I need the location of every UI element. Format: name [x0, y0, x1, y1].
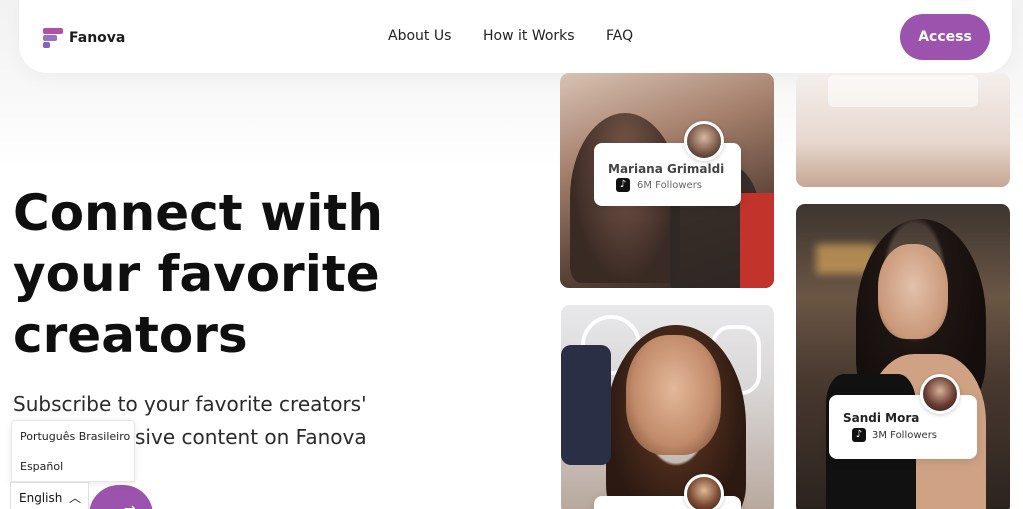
- hero-subtitle-line: Subscribe to your favorite creators': [13, 392, 367, 416]
- photo-shape: [878, 244, 948, 339]
- partial-badge: [828, 75, 978, 107]
- arrow-right-icon: →: [124, 501, 136, 509]
- language-select[interactable]: English ︿: [10, 482, 89, 509]
- language-menu: Português Brasileiro Español: [11, 420, 135, 482]
- brand-logo[interactable]: Fanova: [42, 27, 125, 49]
- hero-title-line: creators: [13, 306, 248, 364]
- avatar: [684, 121, 724, 161]
- avatar: [684, 474, 724, 509]
- hero-title: Connect with your favorite creators: [13, 183, 533, 366]
- creator-followers: 6M Followers: [637, 180, 703, 191]
- tiktok-icon: ♪: [616, 178, 630, 192]
- language-option-pt-br[interactable]: Português Brasileiro: [20, 430, 130, 443]
- photo-shape: [740, 193, 774, 288]
- tiktok-icon: ♪: [852, 428, 866, 442]
- photo-shape: [626, 335, 721, 455]
- photo-shape: [561, 345, 611, 465]
- language-current: English: [19, 491, 63, 505]
- hero-title-line: Connect with: [13, 184, 383, 242]
- avatar: [920, 374, 960, 414]
- nav-link-faq[interactable]: FAQ: [606, 28, 633, 44]
- nav-link-how-it-works[interactable]: How it Works: [483, 28, 575, 44]
- hero-title-line: your favorite: [13, 245, 380, 303]
- language-option-es[interactable]: Español: [20, 460, 63, 473]
- get-started-button[interactable]: [89, 485, 153, 509]
- chevron-up-icon: ︿: [69, 491, 82, 505]
- nav-link-about-us[interactable]: About Us: [388, 28, 451, 44]
- creator-name: Sandi Mora: [843, 411, 920, 425]
- access-button[interactable]: Access: [900, 14, 990, 60]
- creator-followers: 3M Followers: [872, 430, 938, 441]
- creator-photo-card[interactable]: [796, 73, 1010, 187]
- creator-photo-card[interactable]: [796, 204, 1010, 509]
- fanova-logo-icon: [43, 28, 63, 48]
- creator-photo-card[interactable]: [561, 305, 774, 509]
- creator-name: Mariana Grimaldi: [608, 162, 725, 176]
- brand-name: Fanova: [69, 30, 126, 46]
